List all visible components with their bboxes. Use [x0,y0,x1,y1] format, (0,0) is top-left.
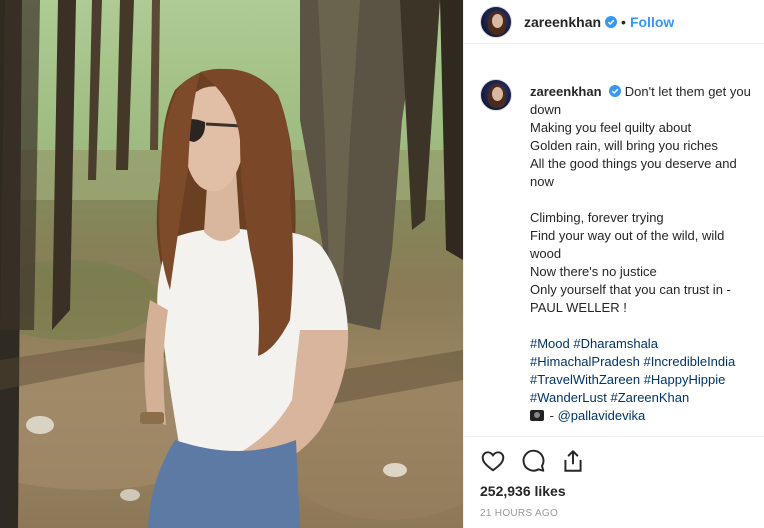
caption-line: Climbing, forever trying [530,210,664,225]
post-timestamp[interactable]: 21 HOURS AGO [480,508,558,519]
caption-username[interactable]: zareenkhan [530,84,602,99]
caption-line: Find your way out of the wild, wild [530,228,725,243]
actions-divider [464,436,764,437]
caption-line: Now there's no justice [530,264,657,279]
verified-badge-icon [605,15,618,28]
hashtag-line: #Mood #Dharamshala [530,335,760,353]
verified-badge-icon [609,85,622,97]
hashtag-link[interactable]: #HappyHippie [644,372,726,387]
photo-credit-prefix: - [549,408,558,423]
hashtag-line: #HimachalPradesh #IncredibleIndia [530,353,760,371]
hashtag-link[interactable]: #ZareenKhan [610,390,689,405]
action-bar [480,448,586,474]
caption-line: Making you feel quilty about [530,120,692,135]
heart-icon[interactable] [480,448,506,474]
hashtag-link[interactable]: #WanderLust [530,390,607,405]
caption-line: down [530,102,562,117]
caption-line: Golden rain, will bring you riches [530,138,718,153]
caption-line: Only yourself that you can trust in - [530,282,731,297]
caption-text: zareenkhan Don't let them get you down M… [530,83,760,425]
hashtag-line: #TravelWithZareen #HappyHippie [530,371,760,389]
photo-scene [0,0,463,528]
hashtag-link[interactable]: #Mood [530,336,570,351]
photo-credit-line: - @pallavidevika [530,407,760,425]
hashtag-link[interactable]: #HimachalPradesh [530,354,640,369]
avatar[interactable] [480,5,512,38]
caption-line: wood [530,246,562,261]
caption-line: Don't let them get you [624,84,751,99]
hashtag-link[interactable]: #IncredibleIndia [643,354,735,369]
hashtag-link[interactable]: #TravelWithZareen [530,372,640,387]
comment-icon[interactable] [520,448,546,474]
caption-line: All the good things you deserve and [530,156,737,171]
header-separator: • [621,13,626,30]
share-icon[interactable] [560,448,586,474]
caption-avatar[interactable] [480,79,512,111]
hashtag-line: #WanderLust #ZareenKhan [530,389,760,407]
hashtag-link[interactable]: #Dharamshala [573,336,658,351]
caption-line: PAUL WELLER ! [530,300,627,315]
post-header: zareenkhan • Follow [464,0,764,44]
photo-credit-link[interactable]: @pallavidevika [558,408,646,423]
post-photo[interactable] [0,0,463,528]
camera-icon [530,410,544,421]
post-sidebar: zareenkhan • Follow zareenkhan Don't let… [463,0,764,528]
caption-first-line: zareenkhan Don't let them get you [530,83,760,101]
likes-count[interactable]: 252,936 likes [480,483,566,499]
caption-line: now [530,174,554,189]
username-link[interactable]: zareenkhan [524,14,601,30]
follow-button[interactable]: Follow [630,14,674,30]
